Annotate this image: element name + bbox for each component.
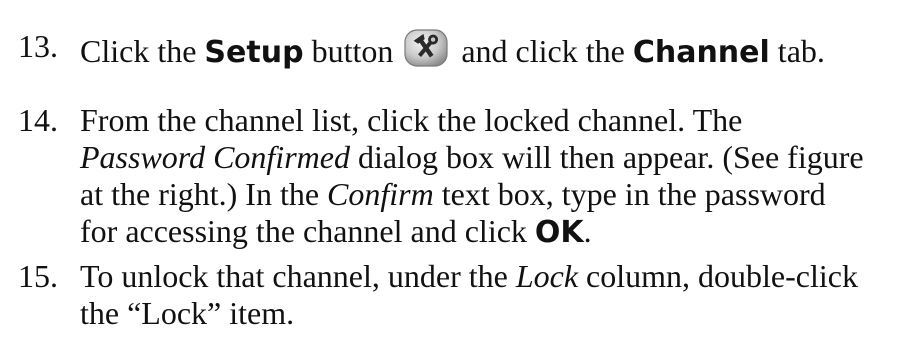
- confirm-label: Confirm: [327, 176, 434, 212]
- password-confirmed-label: Password Confirmed: [80, 139, 350, 175]
- channel-label: Channel: [632, 35, 770, 70]
- text-line: To unlock that channel, under the Lock c…: [80, 258, 858, 295]
- text-line: From the channel list, click the locked …: [80, 102, 864, 139]
- step-15: 15. To unlock that channel, under the Lo…: [0, 258, 923, 338]
- step-text-segment: Click the: [80, 33, 205, 69]
- step-text-segment: .: [583, 213, 592, 249]
- step-text: To unlock that channel, under the Lock c…: [80, 258, 858, 332]
- text-line: the “Lock” item.: [80, 295, 858, 332]
- ok-label: OK: [534, 215, 584, 250]
- text-line: for accessing the channel and click OK.: [80, 213, 864, 250]
- step-text-segment: at the right.) In the: [80, 176, 328, 212]
- step-14: 14. From the channel list, click the loc…: [0, 102, 923, 252]
- text-line: at the right.) In the Confirm text box, …: [80, 176, 864, 213]
- step-text-segment: text box, type in the password: [433, 176, 826, 212]
- step-text-segment: From the channel list, click the locked …: [80, 102, 743, 138]
- setup-label: Setup: [204, 35, 304, 70]
- step-text-segment: dialog box will then appear. (See figure: [349, 139, 864, 175]
- step-number: 15.: [18, 258, 58, 294]
- step-text-segment: tab.: [769, 33, 825, 69]
- step-text-segment: column, double-click: [578, 258, 858, 294]
- step-number: 13.: [18, 28, 58, 64]
- step-number: 14.: [18, 102, 58, 138]
- lock-label: Lock: [515, 258, 579, 294]
- step-text-segment: for accessing the channel and click: [80, 213, 535, 249]
- step-13: 13. Click the Setup button and click the…: [0, 28, 923, 71]
- step-text-segment: the “Lock” item.: [80, 295, 295, 331]
- step-text-segment: To unlock that channel, under the: [80, 258, 516, 294]
- text-line: Password Confirmed dialog box will then …: [80, 139, 864, 176]
- step-text: From the channel list, click the locked …: [80, 102, 864, 250]
- step-text: Click the Setup button and click the Cha…: [80, 28, 825, 71]
- step-text-segment: button: [303, 33, 402, 69]
- setup-tools-icon: [403, 28, 449, 68]
- step-text-segment: and click the: [453, 33, 633, 69]
